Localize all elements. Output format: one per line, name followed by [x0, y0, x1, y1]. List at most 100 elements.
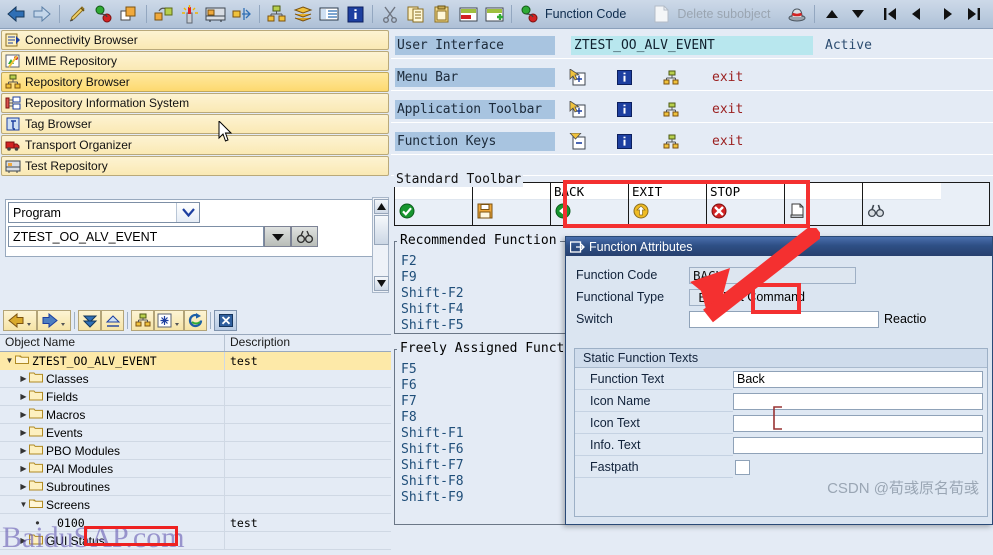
table-row[interactable]: ▶ PAI Modules — [0, 459, 391, 478]
function-code-label[interactable]: Function Code — [542, 7, 626, 21]
append-row-icon[interactable] — [481, 2, 507, 27]
print-icon[interactable] — [789, 203, 805, 222]
edit-pencil-icon[interactable] — [64, 2, 90, 27]
back-arrow-icon[interactable] — [3, 2, 29, 27]
static-function-text-input[interactable] — [733, 436, 983, 454]
table-row[interactable]: ▶ Classes — [0, 369, 391, 388]
static-function-text-input[interactable]: Back — [733, 370, 983, 388]
technical-info-icon[interactable] — [784, 2, 810, 27]
back-history-button[interactable] — [3, 310, 37, 331]
chevron-down-icon[interactable] — [176, 203, 199, 222]
sort-down-icon[interactable] — [845, 2, 871, 27]
green-back-icon[interactable] — [555, 203, 571, 222]
save-disk-icon[interactable] — [477, 203, 493, 222]
information-icon[interactable] — [616, 101, 633, 118]
refresh-button[interactable] — [184, 310, 207, 331]
hierarchy-icon[interactable] — [663, 101, 680, 118]
standard-toolbar-cell[interactable]: STOP — [707, 183, 785, 225]
information-icon[interactable] — [342, 2, 368, 27]
copy-icon[interactable] — [403, 2, 429, 27]
expand-twisty-icon[interactable]: ▶ — [18, 482, 29, 491]
layers-icon[interactable] — [290, 2, 316, 27]
close-button[interactable] — [214, 310, 237, 331]
previous-page-icon[interactable] — [903, 2, 929, 27]
expand-node-icon[interactable] — [569, 101, 586, 118]
collapse-all-button[interactable] — [101, 310, 124, 331]
standard-toolbar-cell[interactable] — [785, 183, 863, 225]
function-code-input[interactable]: BACK — [689, 266, 856, 284]
sidebar-item-mime-repository[interactable]: MIME Repository — [1, 51, 389, 71]
expand-twisty-icon[interactable]: ▶ — [18, 410, 29, 419]
first-page-icon[interactable] — [877, 2, 903, 27]
sidebar-item-connectivity-browser[interactable]: Connectivity Browser — [1, 30, 389, 50]
green-check-icon[interactable] — [399, 203, 415, 222]
dropdown-triangle-icon[interactable] — [264, 226, 291, 247]
collapse-twisty-icon[interactable]: ▼ — [18, 500, 29, 509]
next-page-icon[interactable] — [935, 2, 961, 27]
expand-twisty-icon[interactable]: ▶ — [18, 446, 29, 455]
object-navigator-icon[interactable] — [264, 2, 290, 27]
new-object-button[interactable] — [154, 310, 184, 331]
table-row[interactable]: ▶ Subroutines — [0, 477, 391, 496]
fastpath-checkbox[interactable] — [735, 459, 750, 475]
sort-up-icon[interactable] — [819, 2, 845, 27]
activate-object-icon[interactable] — [90, 2, 116, 27]
table-row[interactable]: ▶ Fields — [0, 387, 391, 406]
red-cancel-icon[interactable] — [711, 203, 727, 222]
sidebar-item-test-repository[interactable]: Test Repository — [1, 156, 389, 176]
paste-icon[interactable] — [429, 2, 455, 27]
switch-input[interactable] — [689, 310, 879, 328]
insert-row-icon[interactable] — [455, 2, 481, 27]
hierarchy-icon[interactable] — [663, 69, 680, 86]
application-toolbar-command[interactable]: exit — [712, 102, 743, 117]
sidebar-item-repository-information-system[interactable]: Repository Information System — [1, 93, 389, 113]
object-list-button[interactable] — [131, 310, 154, 331]
yellow-exit-icon[interactable] — [633, 203, 649, 222]
cut-icon[interactable] — [377, 2, 403, 27]
expand-twisty-icon[interactable]: ▶ — [18, 374, 29, 383]
user-interface-value[interactable]: ZTEST_OO_ALV_EVENT — [571, 36, 813, 55]
where-used-list-icon[interactable] — [151, 2, 177, 27]
list-icon[interactable] — [316, 2, 342, 27]
dialog-title-bar[interactable]: Function Attributes — [566, 237, 992, 256]
sidebar-item-transport-organizer[interactable]: Transport Organizer — [1, 135, 389, 155]
standard-toolbar-cell[interactable] — [473, 183, 551, 225]
forward-history-button[interactable] — [37, 310, 71, 331]
scrollbar-thumb[interactable] — [374, 215, 389, 245]
expand-twisty-icon[interactable]: ▶ — [18, 464, 29, 473]
information-icon[interactable] — [616, 69, 633, 86]
object-type-select[interactable]: Program — [8, 202, 200, 223]
debugger-icon[interactable] — [229, 2, 255, 27]
menu-bar-command[interactable]: exit — [712, 70, 743, 85]
find-icon[interactable] — [867, 204, 885, 221]
last-page-icon[interactable] — [961, 2, 987, 27]
forward-arrow-icon[interactable] — [29, 2, 55, 27]
table-row[interactable]: ▶ Events — [0, 423, 391, 442]
standard-toolbar-cell[interactable]: EXIT — [629, 183, 707, 225]
static-function-text-input[interactable] — [733, 414, 983, 432]
expand-twisty-icon[interactable]: ▶ — [18, 428, 29, 437]
function-keys-command[interactable]: exit — [712, 134, 743, 149]
table-row[interactable]: ▶ Macros — [0, 405, 391, 424]
expand-twisty-icon[interactable]: ▶ — [18, 392, 29, 401]
table-row[interactable]: ▼ Screens — [0, 495, 391, 514]
sidebar-item-tag-browser[interactable]: Tag Browser — [1, 114, 389, 134]
object-name-input[interactable]: ZTEST_OO_ALV_EVENT — [8, 226, 264, 247]
information-icon[interactable] — [616, 133, 633, 150]
expand-node-icon[interactable] — [569, 69, 586, 86]
sidebar-item-repository-browser[interactable]: Repository Browser — [1, 72, 389, 92]
binoculars-icon[interactable] — [291, 226, 318, 247]
functional-type-input[interactable]: E — [689, 288, 715, 306]
display-object-icon[interactable] — [116, 2, 142, 27]
testing-tools-icon[interactable] — [203, 2, 229, 27]
expand-all-button[interactable] — [78, 310, 101, 331]
new-object-icon[interactable] — [177, 2, 203, 27]
table-row[interactable]: ▶ PBO Modules — [0, 441, 391, 460]
standard-toolbar-cell[interactable]: BACK — [551, 183, 629, 225]
scroll-up-arrow[interactable] — [374, 199, 389, 214]
collapse-node-icon[interactable] — [569, 133, 586, 150]
panel-scrollbar[interactable] — [372, 197, 389, 293]
standard-toolbar-cell[interactable] — [395, 183, 473, 225]
function-code-icon[interactable] — [516, 2, 542, 27]
hierarchy-icon[interactable] — [663, 133, 680, 150]
